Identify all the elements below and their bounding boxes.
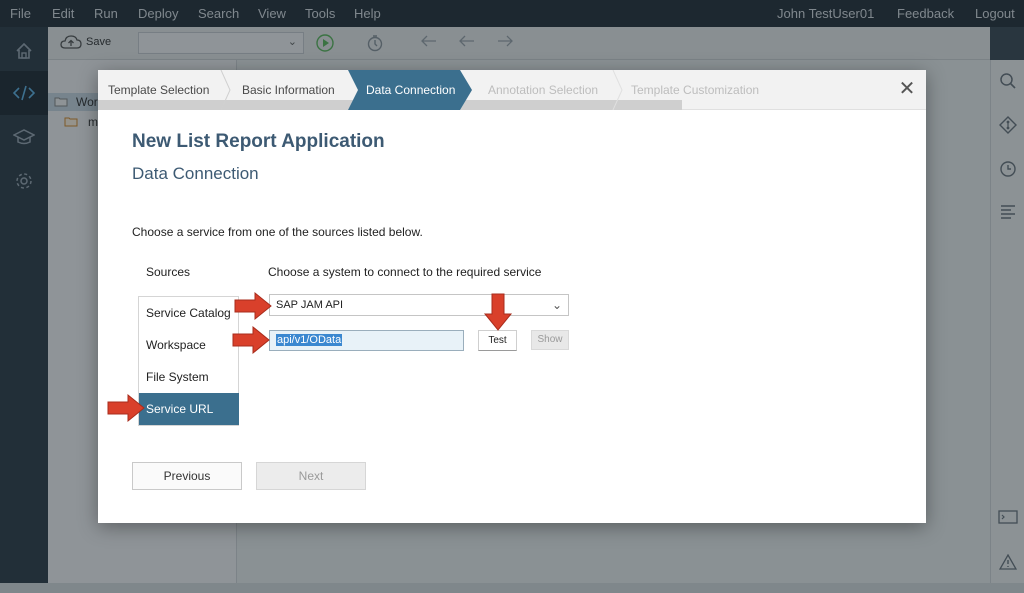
source-list: Service Catalog Workspace File System Se… <box>138 296 239 426</box>
step-data-connection-label: Data Connection <box>366 83 456 97</box>
show-button[interactable]: Show <box>531 330 569 350</box>
service-url-input[interactable]: api/v1/OData <box>269 330 464 351</box>
annotation-arrow-icon <box>107 393 145 423</box>
previous-button[interactable]: Previous <box>132 462 242 490</box>
step-template-selection[interactable]: Template Selection <box>108 70 209 110</box>
dialog-subtitle: Data Connection <box>132 164 259 183</box>
close-icon[interactable]: ✕ <box>898 79 916 99</box>
choose-system-header: Choose a system to connect to the requir… <box>268 265 542 279</box>
service-url-value: api/v1/OData <box>276 334 343 346</box>
source-workspace[interactable]: Workspace <box>139 329 239 361</box>
step-template-customization: Template Customization <box>631 83 760 97</box>
dialog-title: New List Report Application <box>132 131 385 152</box>
step-basic-information[interactable]: Basic Information <box>242 70 335 110</box>
source-file-system[interactable]: File System <box>139 361 239 393</box>
step-separator-icon <box>220 70 231 110</box>
system-select-value: SAP JAM API <box>276 299 344 311</box>
test-button[interactable]: Test <box>478 330 517 351</box>
step-annotation-selection: Annotation Selection <box>488 83 599 97</box>
step-separator-icon <box>612 70 623 110</box>
annotation-arrow-icon <box>483 293 513 331</box>
step-data-connection[interactable]: Data Connection <box>348 70 472 110</box>
wizard-steps: Template Selection Basic Information Dat… <box>98 70 926 110</box>
sources-header: Sources <box>146 265 191 279</box>
annotation-arrow-icon <box>234 291 272 321</box>
annotation-arrow-icon <box>232 325 270 355</box>
source-service-url[interactable]: Service URL <box>139 393 239 425</box>
source-service-catalog[interactable]: Service Catalog <box>139 297 239 329</box>
wizard-dialog: Template Selection Basic Information Dat… <box>98 70 926 523</box>
chevron-down-icon: ⌄ <box>551 298 562 312</box>
system-select[interactable]: SAP JAM API ⌄ <box>269 294 569 316</box>
instruction-text: Choose a service from one of the sources… <box>132 225 423 239</box>
next-button[interactable]: Next <box>256 462 366 490</box>
